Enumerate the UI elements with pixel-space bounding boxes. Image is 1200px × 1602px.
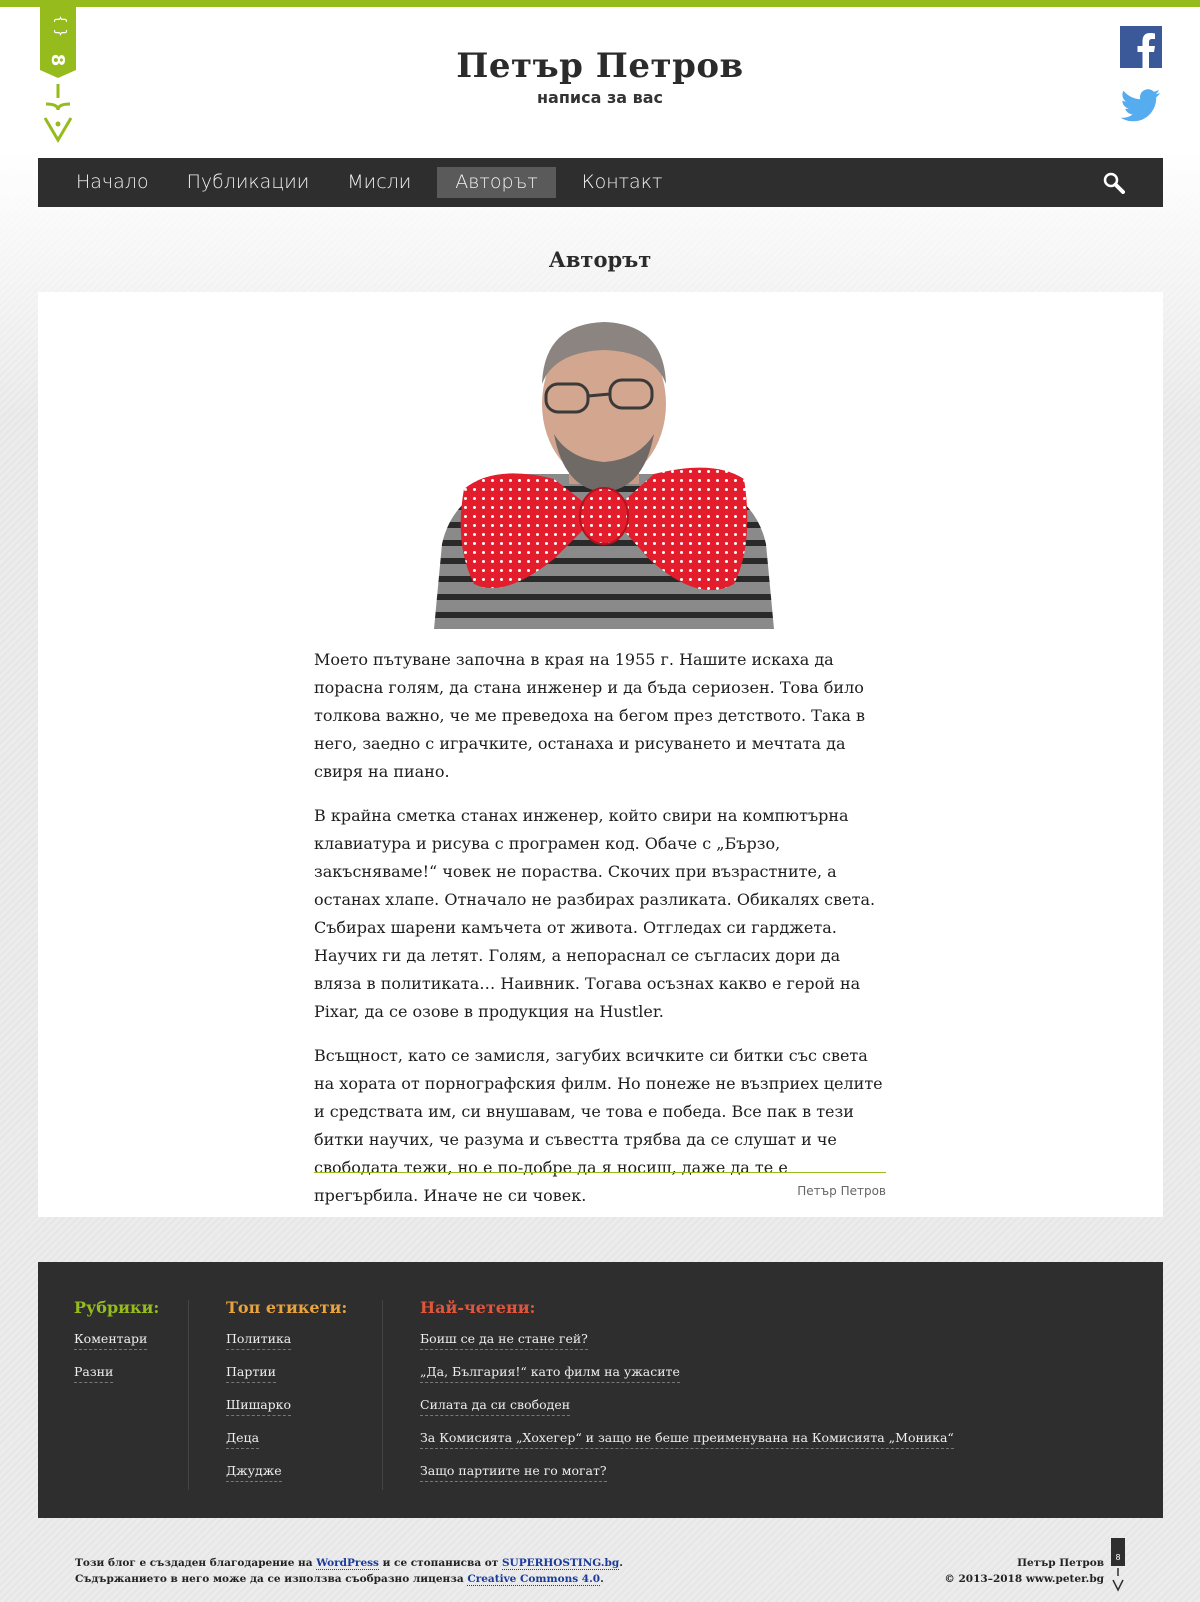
tags-title: Топ етикети:	[226, 1298, 348, 1317]
credits-line-2: Съдържанието в него може да се използва …	[75, 1571, 623, 1587]
tag-link[interactable]: Деца	[226, 1430, 260, 1449]
popular-post-link[interactable]: Защо партиите не го могат?	[420, 1463, 607, 1482]
search-icon[interactable]	[1103, 172, 1125, 194]
site-subtitle: написа за вас	[536, 88, 664, 107]
footer-widgets: Рубрики: Коментари Разни Топ етикети: По…	[38, 1262, 1163, 1518]
top-accent-bar	[0, 0, 1200, 7]
nav-item-contact[interactable]: Контакт	[570, 167, 675, 198]
credits-text: .	[619, 1557, 623, 1569]
tag-link[interactable]: Политика	[226, 1331, 292, 1350]
author-signature: Петър Петров	[797, 1184, 886, 1198]
category-link[interactable]: Коментари	[74, 1331, 148, 1350]
tag-link[interactable]: Шишарко	[226, 1397, 292, 1416]
twitter-icon[interactable]	[1120, 84, 1162, 126]
article-paragraph: Моето пътуване започна в края на 1955 г.…	[314, 650, 866, 781]
categories-title: Рубрики:	[74, 1298, 160, 1317]
credits-text: Този блог е създаден благодарение на	[75, 1557, 317, 1569]
credits: Този блог е създаден благодарение на Wor…	[75, 1555, 623, 1587]
copyright-text: © 2013–2018 www.peter.bg	[944, 1573, 1104, 1585]
footer-categories: Рубрики: Коментари Разни	[74, 1298, 159, 1397]
curly-brace-pen-logo: 8	[1111, 1538, 1125, 1592]
author-portrait-image	[434, 322, 774, 629]
article-paragraph: В крайна сметка станах инженер, който св…	[314, 806, 876, 1021]
content-divider	[314, 1172, 886, 1173]
copyright: Петър Петров © 2013–2018 www.peter.bg	[944, 1555, 1104, 1587]
popular-post-link[interactable]: Боиш се да не стане гей?	[420, 1331, 588, 1350]
popular-title: Най-четени:	[420, 1298, 536, 1317]
popular-post-link[interactable]: „Да, България!“ като филм на ужасите	[420, 1364, 680, 1383]
credits-line-1: Този блог е създаден благодарение на Wor…	[75, 1555, 623, 1571]
nav-item-publications[interactable]: Публикации	[175, 167, 322, 198]
credits-text: и се стопанисва от	[378, 1557, 502, 1569]
tag-link[interactable]: Джудже	[226, 1463, 282, 1482]
site-title[interactable]: Петър Петров	[0, 46, 1200, 86]
page-title: Авторът	[548, 247, 652, 272]
superhosting-link[interactable]: SUPERHOSTING.bg	[501, 1557, 620, 1570]
article-content: Моето пътуване започна в края на 1955 г.…	[38, 292, 1163, 1217]
popular-post-link[interactable]: За Комисията „Хохегер“ и защо не беше пр…	[420, 1430, 954, 1449]
popular-post-link[interactable]: Силата да си свободен	[420, 1397, 571, 1416]
tag-link[interactable]: Партии	[226, 1364, 276, 1383]
nav-item-author[interactable]: Авторът	[437, 167, 556, 198]
footer-divider	[382, 1300, 383, 1490]
footer-tags: Топ етикети: Политика Партии Шишарко Дец…	[226, 1298, 347, 1496]
svg-text:{ }: { }	[52, 15, 68, 37]
svg-text:8: 8	[1115, 1553, 1120, 1562]
main-navigation: Начало Публикации Мисли Авторът Контакт	[38, 158, 1163, 207]
nav-item-thoughts[interactable]: Мисли	[335, 167, 423, 198]
credits-text: Съдържанието в него може да се използва …	[75, 1573, 468, 1585]
license-link[interactable]: Creative Commons 4.0	[467, 1573, 601, 1586]
article-text: Моето пътуване започна в края на 1955 г.…	[314, 646, 886, 1226]
nav-item-home[interactable]: Начало	[64, 167, 161, 198]
credits-text: .	[600, 1573, 604, 1585]
footer-popular: Най-четени: Боиш се да не стане гей? „Да…	[420, 1298, 954, 1496]
category-link[interactable]: Разни	[74, 1364, 114, 1383]
wordpress-link[interactable]: WordPress	[316, 1557, 379, 1570]
footer-divider	[188, 1300, 189, 1490]
facebook-icon[interactable]	[1120, 26, 1162, 68]
copyright-name: Петър Петров	[1017, 1557, 1104, 1569]
